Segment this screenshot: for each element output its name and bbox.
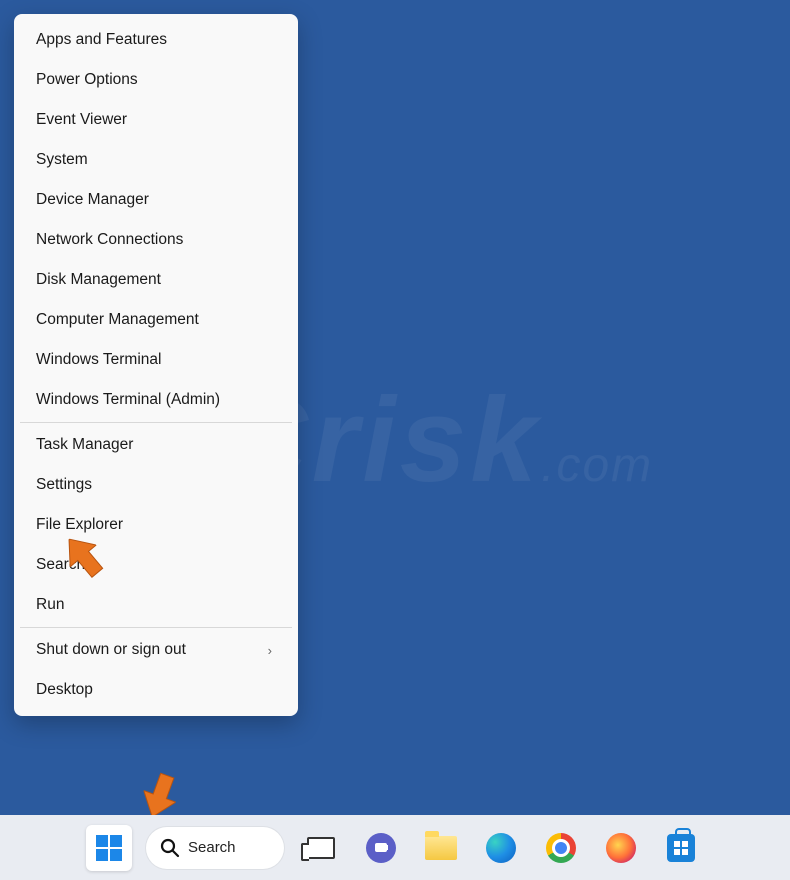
- menu-item-label: Task Manager: [36, 436, 133, 454]
- menu-item-windows-terminal[interactable]: Windows Terminal: [16, 340, 296, 380]
- menu-item-label: Network Connections: [36, 231, 183, 249]
- winx-context-menu: Apps and Features Power Options Event View…: [14, 14, 298, 716]
- menu-item-network-connections[interactable]: Network Connections: [16, 220, 296, 260]
- menu-item-run[interactable]: Run: [16, 585, 296, 625]
- menu-item-label: Run: [36, 596, 64, 614]
- menu-item-desktop[interactable]: Desktop: [16, 670, 296, 710]
- menu-item-shut-down-or-sign-out[interactable]: Shut down or sign out ›: [16, 630, 296, 670]
- edge-icon: [486, 833, 516, 863]
- menu-item-label: Search: [36, 556, 85, 574]
- chat-icon: [366, 833, 396, 863]
- menu-item-search[interactable]: Search: [16, 545, 296, 585]
- search-label: Search: [188, 839, 236, 856]
- file-explorer-button[interactable]: [418, 825, 464, 871]
- taskbar: Search: [0, 815, 790, 880]
- taskbar-search[interactable]: Search: [146, 827, 284, 869]
- start-button[interactable]: [86, 825, 132, 871]
- menu-item-settings[interactable]: Settings: [16, 465, 296, 505]
- menu-item-label: Settings: [36, 476, 92, 494]
- microsoft-store-button[interactable]: [658, 825, 704, 871]
- menu-item-power-options[interactable]: Power Options: [16, 60, 296, 100]
- menu-item-windows-terminal-admin[interactable]: Windows Terminal (Admin): [16, 380, 296, 420]
- task-view-icon: [307, 837, 335, 859]
- menu-item-label: Shut down or sign out: [36, 641, 186, 659]
- menu-item-label: Windows Terminal: [36, 351, 161, 369]
- menu-item-label: Windows Terminal (Admin): [36, 391, 220, 409]
- menu-item-task-manager[interactable]: Task Manager: [16, 425, 296, 465]
- edge-button[interactable]: [478, 825, 524, 871]
- store-icon: [667, 834, 695, 862]
- menu-item-event-viewer[interactable]: Event Viewer: [16, 100, 296, 140]
- chrome-button[interactable]: [538, 825, 584, 871]
- menu-item-label: Apps and Features: [36, 31, 167, 49]
- menu-item-label: System: [36, 151, 88, 169]
- menu-divider: [20, 422, 292, 423]
- menu-divider: [20, 627, 292, 628]
- firefox-icon: [606, 833, 636, 863]
- menu-item-computer-management[interactable]: Computer Management: [16, 300, 296, 340]
- menu-item-label: Disk Management: [36, 271, 161, 289]
- menu-item-label: File Explorer: [36, 516, 123, 534]
- menu-item-label: Device Manager: [36, 191, 149, 209]
- menu-item-file-explorer[interactable]: File Explorer: [16, 505, 296, 545]
- menu-item-device-manager[interactable]: Device Manager: [16, 180, 296, 220]
- menu-item-label: Event Viewer: [36, 111, 127, 129]
- chat-button[interactable]: [358, 825, 404, 871]
- menu-item-disk-management[interactable]: Disk Management: [16, 260, 296, 300]
- menu-item-label: Desktop: [36, 681, 93, 699]
- folder-icon: [425, 836, 457, 860]
- menu-item-label: Computer Management: [36, 311, 199, 329]
- menu-item-label: Power Options: [36, 71, 138, 89]
- firefox-button[interactable]: [598, 825, 644, 871]
- menu-item-apps-and-features[interactable]: Apps and Features: [16, 20, 296, 60]
- chrome-icon: [546, 833, 576, 863]
- search-icon: [160, 838, 180, 858]
- menu-item-system[interactable]: System: [16, 140, 296, 180]
- task-view-button[interactable]: [298, 825, 344, 871]
- chevron-right-icon: ›: [268, 643, 272, 658]
- windows-logo-icon: [94, 833, 124, 863]
